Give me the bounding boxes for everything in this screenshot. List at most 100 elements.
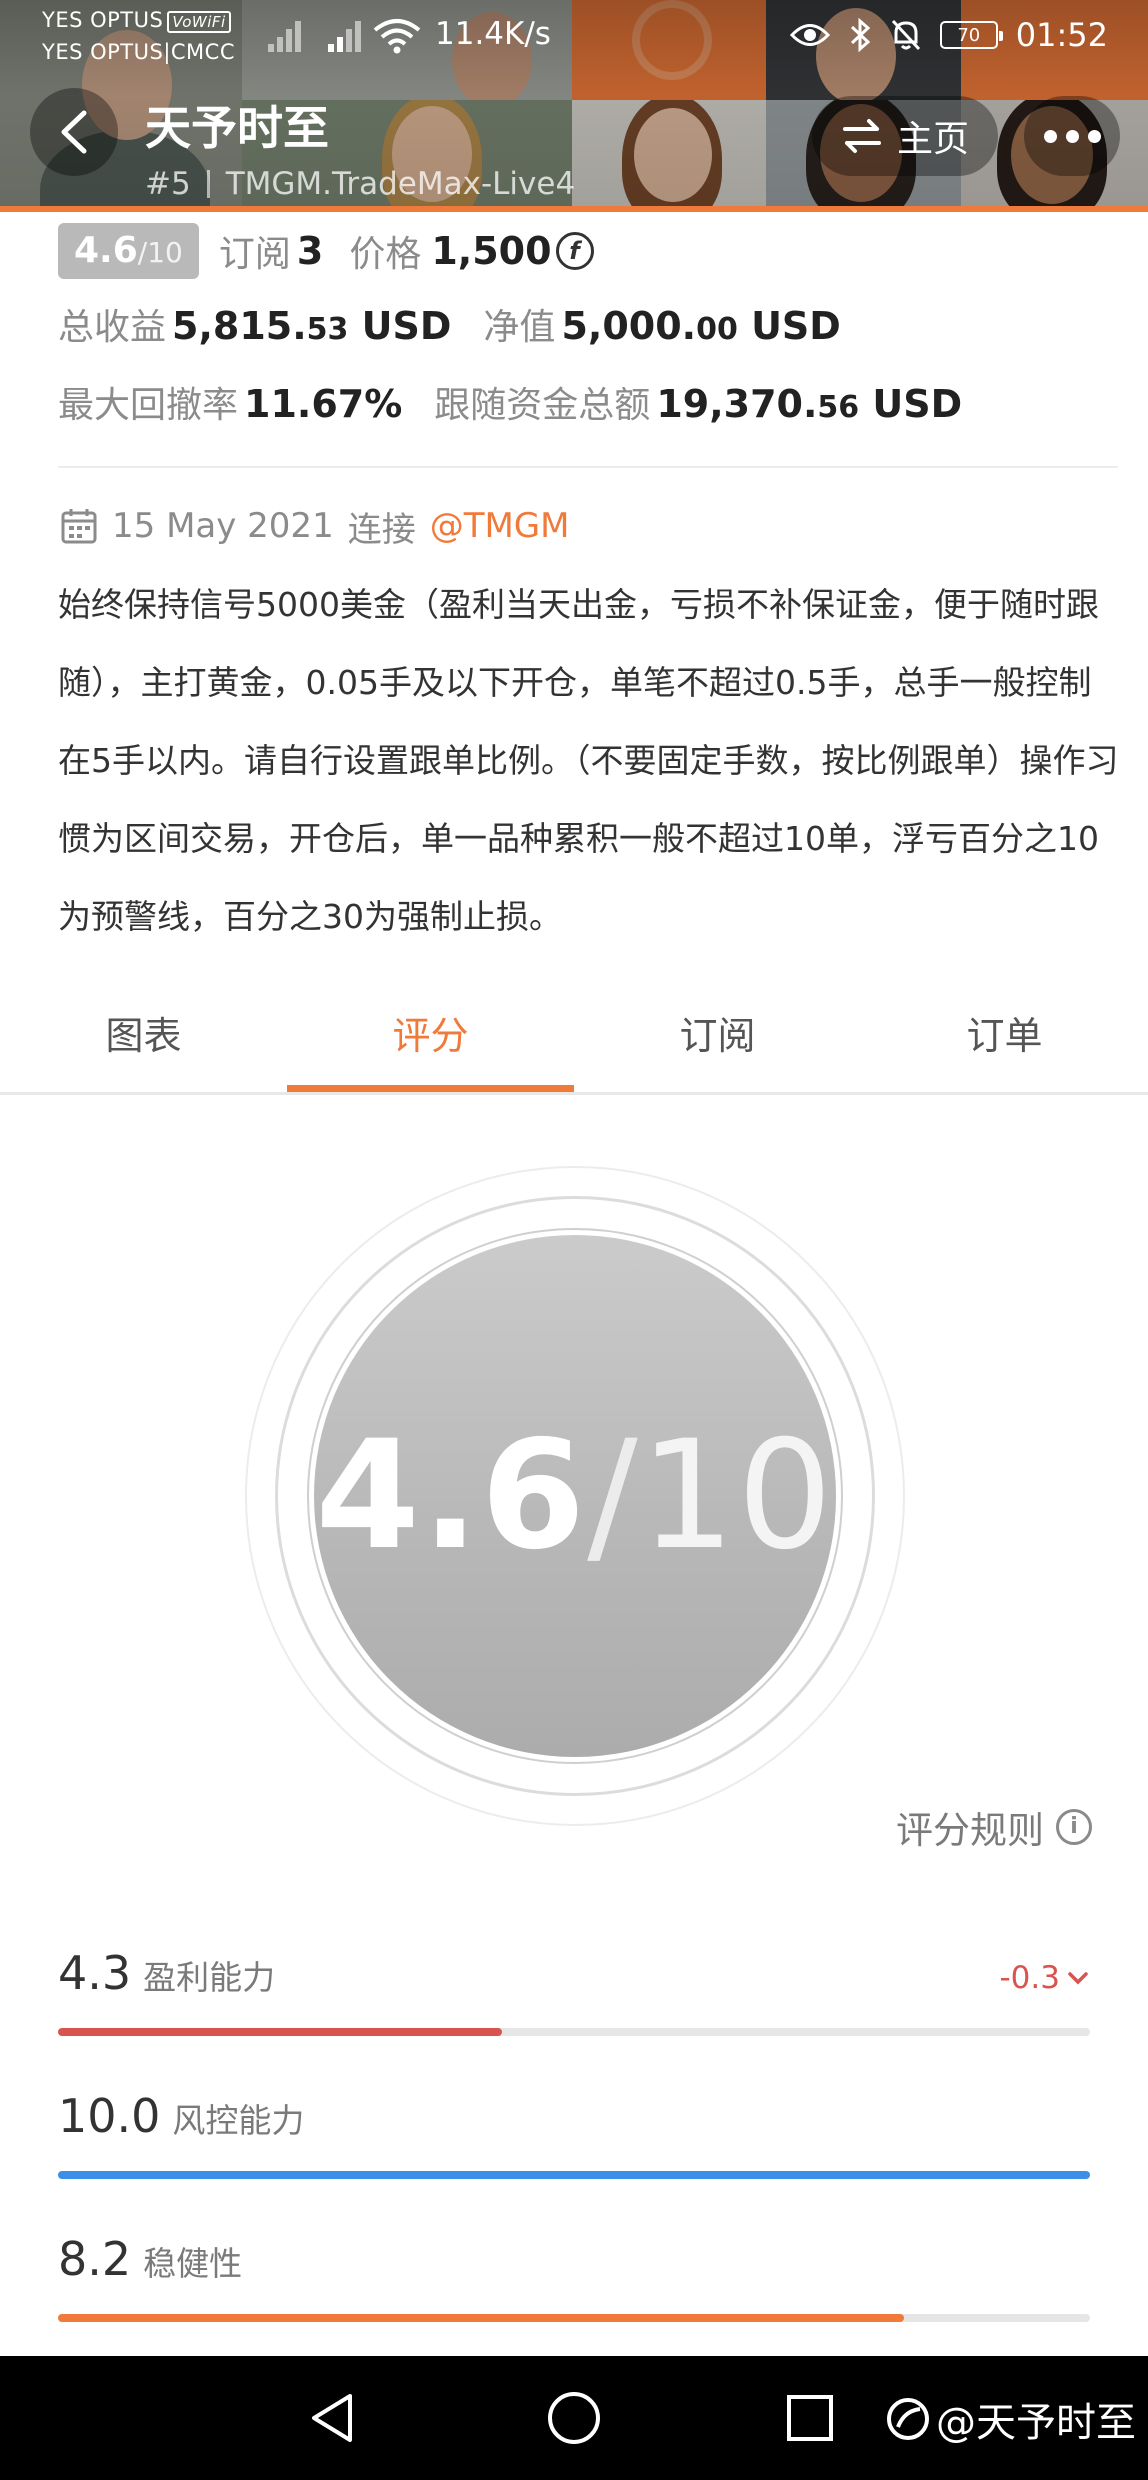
follow-funds-value: 19,370.56 USD xyxy=(656,382,962,426)
coin-icon: f xyxy=(555,232,594,270)
metric-label: 稳健性 xyxy=(143,2244,243,2283)
system-nav-bar: @天予时至 xyxy=(0,2356,1148,2480)
carrier-1: YES OPTUS VoWiFi xyxy=(42,8,231,33)
connection-label: 连接 xyxy=(347,509,416,550)
divider xyxy=(58,466,1118,468)
weibo-logo-icon xyxy=(887,2398,929,2440)
tab-chart[interactable]: 图表 xyxy=(0,986,287,1092)
net-value-int: 5,000. xyxy=(561,304,697,348)
total-profit-value: 5,815.53 USD xyxy=(172,304,451,348)
signal-icon-1 xyxy=(268,16,308,52)
watermark: @天予时至 xyxy=(886,2390,1136,2448)
follow-funds-dec: 56 xyxy=(817,390,860,425)
metric-label: 盈利能力 xyxy=(143,1958,276,1997)
metric-track xyxy=(58,2314,1090,2322)
metric-value: 4.3 xyxy=(58,1946,132,2000)
home-button-label: 主页 xyxy=(896,119,969,160)
switch-arrows-icon xyxy=(842,119,881,153)
nav-home-button[interactable] xyxy=(538,2382,610,2454)
square-recents-icon xyxy=(787,2395,833,2441)
status-bar: YES OPTUSVoWiFi YES OPTUS|CMCC 11.4K/s xyxy=(0,0,1148,72)
battery-icon: 70 xyxy=(939,21,1003,49)
back-button[interactable] xyxy=(30,88,118,176)
stats-row-1: 4.6/10 订阅 3 价格 1,500 f xyxy=(58,218,1118,284)
trader-stats: 4.6/10 订阅 3 价格 1,500 f 总收益 5,815.53 USD … xyxy=(58,218,1118,426)
net-value: 5,000.00 USD xyxy=(561,304,840,348)
home-button[interactable]: 主页 xyxy=(812,96,998,176)
metric-value: 10.0 xyxy=(58,2089,161,2143)
tab-subscriptions[interactable]: 订阅 xyxy=(574,986,861,1092)
network-speed: 11.4K/s xyxy=(435,16,551,52)
tab-orders[interactable]: 订单 xyxy=(861,986,1148,1092)
broker-link[interactable]: @TMGM xyxy=(430,506,570,546)
trader-account-line: #5 TMGM.TradeMax-Live4 xyxy=(145,166,575,202)
metric-profitability: 4.3 盈利能力 -0.3 xyxy=(58,1946,1091,2036)
follow-funds-int: 19,370. xyxy=(656,382,818,426)
bluetooth-icon xyxy=(850,18,871,52)
metric-header: 10.0 风控能力 xyxy=(58,2089,1090,2143)
metric-fill xyxy=(58,2028,502,2036)
metric-header: 8.2 稳健性 xyxy=(58,2232,1090,2286)
score-disc-slash: / xyxy=(587,1409,640,1583)
rating-rules-link[interactable]: 评分规则 i xyxy=(896,1800,1092,1854)
bell-muted-icon xyxy=(891,19,920,51)
status-right: 70 01:52 xyxy=(789,12,1108,58)
strategy-description: 始终保持信号5000美金（盈利当天出金，亏损不补保证金，便于随时跟随），主打黄金… xyxy=(58,585,1119,936)
score-badge-value: 4.6 xyxy=(74,230,138,271)
chevron-down-icon xyxy=(1068,1972,1088,1985)
profile-header: YES OPTUSVoWiFi YES OPTUS|CMCC 11.4K/s xyxy=(0,0,1148,212)
rating-rules-label: 评分规则 xyxy=(896,1809,1044,1852)
header-accent-line xyxy=(0,206,1148,212)
metric-label: 风控能力 xyxy=(172,2101,305,2140)
wifi-icon xyxy=(373,19,421,54)
metric-delta-toggle[interactable]: -0.3 xyxy=(1000,1960,1091,1996)
follow-funds-label: 跟随资金总额 xyxy=(434,385,651,426)
max-drawdown-label: 最大回撤率 xyxy=(58,385,239,426)
more-dot-icon xyxy=(1087,129,1101,143)
carrier-2: YES OPTUS|CMCC xyxy=(42,40,236,64)
nav-recents-button[interactable] xyxy=(774,2382,846,2454)
tab-rating[interactable]: 评分 xyxy=(287,986,574,1092)
tab-bar-divider xyxy=(0,1092,1148,1095)
follow-funds-unit: USD xyxy=(872,382,963,426)
total-profit-unit: USD xyxy=(361,304,452,348)
circle-home-icon xyxy=(548,2392,600,2444)
more-dot-icon xyxy=(1065,129,1079,143)
total-profit-dec: 53 xyxy=(306,312,349,347)
score-disc-value: 4.6 xyxy=(315,1409,588,1583)
metric-header: 4.3 盈利能力 xyxy=(58,1946,1090,2000)
net-value-unit: USD xyxy=(751,304,841,348)
max-drawdown-value: 11.67% xyxy=(244,382,403,426)
nav-back-button[interactable] xyxy=(296,2382,368,2454)
chevron-left-icon xyxy=(61,110,87,154)
carrier-1-label: YES OPTUS xyxy=(42,8,164,32)
score-disc: 4.6/10 xyxy=(314,1235,836,1757)
price-label: 价格 xyxy=(349,234,422,275)
metric-risk-control: 10.0 风控能力 xyxy=(58,2089,1090,2179)
more-options-button[interactable] xyxy=(1024,96,1120,176)
metric-track xyxy=(58,2171,1090,2179)
connection-line: 15 May 2021 连接 @TMGM xyxy=(60,500,570,552)
watermark-text: @天予时至 xyxy=(936,2400,1136,2446)
net-value-dec: 00 xyxy=(696,312,738,347)
stats-row-3: 最大回撤率 11.67% 跟随资金总额 19,370.56 USD xyxy=(58,376,994,428)
metric-delta: -0.3 xyxy=(999,1960,1061,1996)
metric-fill xyxy=(58,2171,1090,2179)
tab-bar: 图表 评分 订阅 订单 xyxy=(0,986,1148,1092)
more-dot-icon xyxy=(1043,129,1057,143)
subscribe-count-value: 3 xyxy=(296,229,324,273)
trader-account: TMGM.TradeMax-Live4 xyxy=(225,166,576,202)
trader-name: 天予时至 xyxy=(145,101,329,155)
metric-stability: 8.2 稳健性 xyxy=(58,2232,1090,2322)
price-value: 1,500 xyxy=(431,229,552,273)
vowifi-badge: VoWiFi xyxy=(167,11,231,33)
total-profit-int: 5,815. xyxy=(172,304,307,348)
score-disc-text: 4.6/10 xyxy=(315,1409,834,1583)
score-badge-of: /10 xyxy=(137,236,183,269)
trader-rank: #5 xyxy=(145,166,191,202)
net-value-label: 净值 xyxy=(483,307,556,348)
metric-fill xyxy=(58,2314,905,2322)
subscribe-count-label: 订阅 xyxy=(218,234,291,275)
info-icon: i xyxy=(1056,1809,1092,1845)
eye-icon xyxy=(789,24,830,46)
